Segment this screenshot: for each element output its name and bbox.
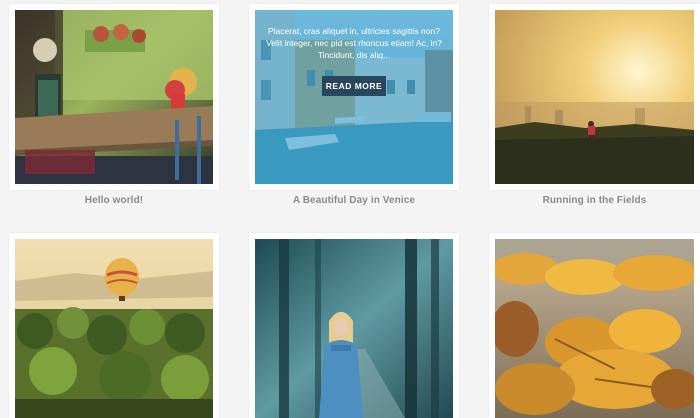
post-thumbnail[interactable] xyxy=(15,10,213,184)
runner-sunset-photo xyxy=(495,10,694,184)
post-thumbnail[interactable] xyxy=(495,10,694,184)
hot-air-balloon-palms-photo xyxy=(15,239,213,418)
post-card[interactable] xyxy=(9,4,219,190)
post-card[interactable] xyxy=(9,233,219,418)
post-card[interactable] xyxy=(249,233,459,418)
post-title[interactable]: Running in the Fields xyxy=(489,195,700,206)
post-card[interactable] xyxy=(489,4,700,190)
post-title[interactable]: A Beautiful Day in Venice xyxy=(249,195,459,206)
hover-overlay[interactable]: Placerat, cras aliquet in, ultricies sag… xyxy=(255,10,453,184)
post-thumbnail[interactable] xyxy=(255,239,453,418)
post-card[interactable] xyxy=(489,233,700,418)
post-card[interactable]: Placerat, cras aliquet in, ultricies sag… xyxy=(249,4,459,190)
girl-forest-photo xyxy=(255,239,453,418)
read-more-button[interactable]: READ MORE xyxy=(322,76,386,96)
post-title[interactable]: Hello world! xyxy=(9,195,219,206)
post-thumbnail[interactable] xyxy=(495,239,694,418)
autumn-leaves-photo xyxy=(495,239,694,418)
post-thumbnail[interactable] xyxy=(15,239,213,418)
cafe-table-photo xyxy=(15,10,213,184)
post-excerpt: Placerat, cras aliquet in, ultricies sag… xyxy=(266,26,442,60)
post-thumbnail[interactable]: Placerat, cras aliquet in, ultricies sag… xyxy=(255,10,453,184)
